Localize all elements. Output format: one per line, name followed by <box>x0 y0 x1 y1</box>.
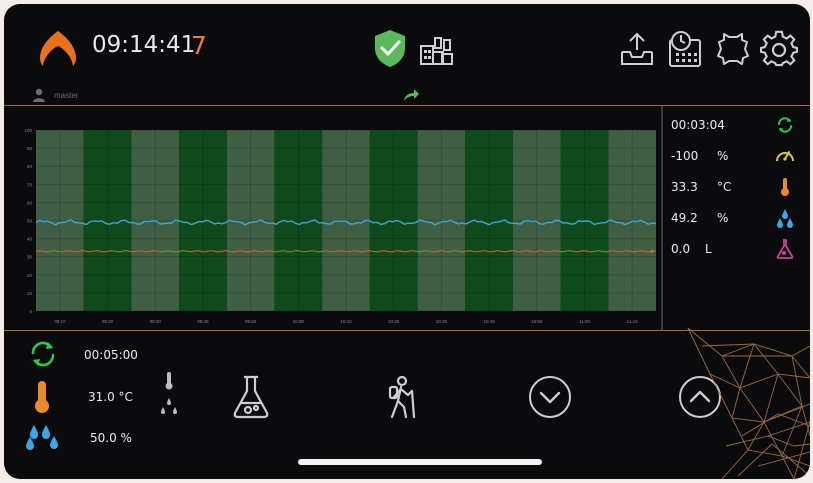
gear-icon[interactable] <box>760 30 798 68</box>
y-tick-label: 30 <box>27 255 33 260</box>
decorative-network-graphic <box>687 327 810 479</box>
reading-cycle-time: 00:03:04 <box>671 118 725 132</box>
live-readings-panel: 00:03:04 -100 % 33.3 °C 49.2 % 0.0 L <box>664 106 810 330</box>
temp-humidity-toggle-icon[interactable] <box>158 371 180 419</box>
user-row: master <box>4 86 810 106</box>
tray-upload-icon[interactable] <box>618 30 656 68</box>
y-tick-label: 80 <box>27 164 33 169</box>
cycle-counter: 7 <box>191 31 207 60</box>
x-tick-label: 10:00 <box>293 319 305 324</box>
reading-volume-value: 0.0 <box>671 242 691 256</box>
y-tick-label: 20 <box>27 273 33 278</box>
reading-row-temperature: 33.3 °C <box>671 177 807 197</box>
y-tick-label: 0 <box>29 309 32 314</box>
y-tick-label: 70 <box>27 182 33 187</box>
reading-row-humidity: 49.2 % <box>671 208 807 228</box>
x-tick-label: 10:10 <box>340 319 352 324</box>
x-tick-label: 10:30 <box>436 319 448 324</box>
x-tick-label: 09:30 <box>150 319 162 324</box>
cycle-setting-icon <box>31 341 55 367</box>
reading-temperature-unit: °C <box>717 180 732 194</box>
reading-humidity-unit: % <box>717 211 729 225</box>
username-label: master <box>54 91 79 100</box>
plant-icon[interactable] <box>418 34 454 68</box>
x-tick-label: 11:00 <box>579 319 590 324</box>
reading-row-cycle: 00:03:04 <box>671 115 807 135</box>
reading-row-speed: -100 % <box>671 146 807 166</box>
x-tick-label: 11:10 <box>627 319 638 324</box>
x-tick-label: 09:10 <box>54 319 66 324</box>
cycle-icon <box>778 117 792 133</box>
reading-volume-unit: L <box>705 242 712 256</box>
y-tick-label: 90 <box>27 146 33 151</box>
chevron-down-circle-icon[interactable] <box>528 375 572 419</box>
hiker-icon[interactable] <box>384 375 420 419</box>
humidity-drops-icon <box>777 209 793 228</box>
thermometer-icon <box>781 178 789 196</box>
trend-chart[interactable]: 100908070605040302010009:10 09:20 09:30 09:… <box>14 108 659 328</box>
divider-vertical <box>661 106 663 330</box>
leather-hide-icon[interactable] <box>714 30 752 68</box>
schedule-icon[interactable] <box>666 30 704 68</box>
y-tick-label: 10 <box>27 291 33 296</box>
flame-logo-icon <box>40 31 76 66</box>
y-tick-label: 50 <box>27 219 33 224</box>
humidity-setting-icon <box>26 425 58 450</box>
user-icon <box>33 88 45 102</box>
speedometer-icon <box>776 151 794 162</box>
chemical-flask-icon[interactable] <box>230 375 272 419</box>
x-tick-label: 09:40 <box>197 319 209 324</box>
app-screen: 09:14:41 7 master 100 90 80 70 60 50 40 … <box>4 4 810 479</box>
x-tick-label: 10:50 <box>531 319 543 324</box>
share-arrow-icon[interactable] <box>402 88 420 102</box>
flask-icon <box>776 239 794 259</box>
temperature-setting-icon <box>35 381 49 413</box>
setting-temperature[interactable]: 31.0 °C <box>88 390 133 404</box>
x-tick-label: 10:20 <box>388 319 400 324</box>
reading-row-volume: 0.0 L <box>671 239 807 259</box>
setting-cycle-time[interactable]: 00:05:00 <box>84 348 138 362</box>
reading-speed-value: -100 <box>671 149 699 163</box>
clock-time: 09:14:41 <box>92 32 196 58</box>
reading-humidity-value: 49.2 <box>671 211 698 225</box>
y-tick-label: 100 <box>24 128 32 133</box>
home-indicator[interactable] <box>298 459 542 465</box>
setting-humidity[interactable]: 50.0 % <box>90 431 132 445</box>
y-tick-label: 60 <box>27 200 33 205</box>
x-tick-label: 09:20 <box>102 319 114 324</box>
y-tick-label: 40 <box>27 237 33 242</box>
reading-temperature-value: 33.3 <box>671 180 698 194</box>
shield-check-icon[interactable] <box>372 28 408 68</box>
x-tick-label: 09:50 <box>245 319 257 324</box>
chart-series-marker <box>650 249 654 253</box>
reading-speed-unit: % <box>717 149 729 163</box>
x-tick-label: 10:40 <box>483 319 495 324</box>
top-bar: 09:14:41 7 <box>4 4 810 86</box>
